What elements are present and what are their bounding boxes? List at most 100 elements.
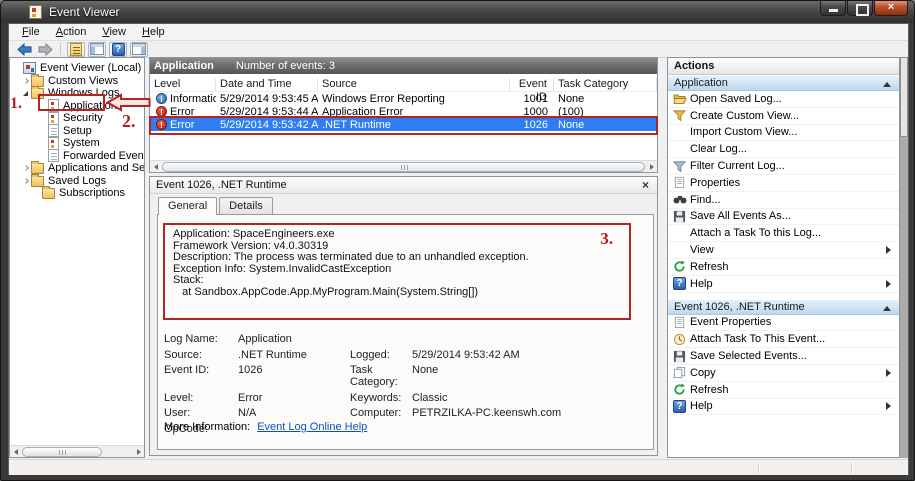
scrollbar-thumb[interactable]: [162, 162, 645, 172]
action-attach-task-to-event[interactable]: Attach Task To This Event...: [668, 331, 899, 348]
tree-item-saved-logs[interactable]: Saved Logs: [10, 175, 144, 188]
refresh-icon: [673, 383, 690, 396]
column-header-task-category[interactable]: Task Category: [554, 78, 657, 91]
tree-item-applications-and-services-logs[interactable]: Applications and Services Lo: [10, 162, 144, 175]
event-row-error-1000[interactable]: !Error 5/29/2014 9:53:44 AM Application …: [150, 105, 657, 118]
description-line: Exception Info: System.InvalidCastExcept…: [173, 264, 621, 276]
actions-vertical-scrollbar[interactable]: [900, 57, 908, 458]
scroll-left-icon[interactable]: [10, 447, 21, 457]
minimize-button[interactable]: [820, 1, 846, 16]
field-value: Application: [238, 333, 350, 345]
forward-icon[interactable]: [36, 42, 54, 57]
annotation-number-1: 1.: [10, 95, 22, 113]
window-title: Event Viewer: [49, 5, 119, 19]
submenu-arrow-icon: [886, 246, 891, 254]
action-copy-submenu[interactable]: Copy: [668, 365, 899, 382]
scrollbar-thumb[interactable]: [900, 57, 908, 137]
statusbar-separator: [851, 462, 852, 474]
field-label: Event ID:: [164, 364, 238, 388]
copy-icon: [673, 366, 690, 379]
action-help-event-submenu[interactable]: ? Help: [668, 399, 899, 416]
event-list-pane: Application Number of events: 3 Level Da…: [149, 57, 658, 173]
menu-help[interactable]: Help: [134, 25, 173, 39]
actions-section-event-1026[interactable]: Event 1026, .NET Runtime: [668, 299, 899, 315]
detail-tabs: General Details: [150, 194, 657, 214]
filter-icon: [673, 160, 690, 173]
field-value: Error: [238, 392, 350, 404]
folder-icon: [31, 163, 44, 174]
actions-title: Actions: [668, 58, 899, 75]
tab-general[interactable]: General: [158, 197, 217, 215]
statusbar-separator: [758, 462, 759, 474]
menu-file[interactable]: File: [14, 25, 48, 39]
action-refresh[interactable]: Refresh: [668, 259, 899, 276]
maximize-button[interactable]: [847, 1, 873, 16]
tree-item-system[interactable]: System: [10, 137, 144, 150]
scrollbar-thumb[interactable]: [22, 447, 102, 457]
field-label: Level:: [164, 392, 238, 404]
action-view-submenu[interactable]: View: [668, 242, 899, 259]
tree-horizontal-scrollbar[interactable]: [10, 445, 144, 457]
submenu-arrow-icon: [886, 280, 891, 288]
action-help-submenu[interactable]: ? Help: [668, 276, 899, 293]
tree-item-subscriptions[interactable]: Subscriptions: [10, 187, 144, 200]
general-tab-content: Application: SpaceEngineers.exe Framewor…: [157, 214, 654, 450]
collapse-section-icon[interactable]: [883, 82, 891, 87]
task-clock-icon: [673, 333, 690, 346]
expander-collapsed-icon[interactable]: [20, 79, 31, 83]
column-header-source[interactable]: Source: [318, 78, 510, 91]
refresh-icon: [673, 260, 690, 273]
action-save-all-events-as[interactable]: Save All Events As...: [668, 209, 899, 226]
action-clear-log[interactable]: Clear Log...: [668, 141, 899, 158]
app-icon: [29, 5, 42, 19]
action-save-selected-events[interactable]: Save Selected Events...: [668, 348, 899, 365]
column-header-event-id[interactable]: Event ID: [510, 78, 554, 91]
tree-item-custom-views[interactable]: Custom Views: [10, 75, 144, 88]
menu-view[interactable]: View: [94, 25, 134, 39]
event-description-annotation-box: Application: SpaceEngineers.exe Framewor…: [163, 223, 631, 320]
scroll-left-icon[interactable]: [150, 162, 161, 172]
column-header-level[interactable]: Level: [150, 78, 216, 91]
help-icon[interactable]: ?: [109, 42, 127, 57]
event-row-information-1001[interactable]: iInformation 5/29/2014 9:53:45 AM Window…: [150, 92, 657, 105]
export-list-icon[interactable]: [67, 42, 85, 57]
action-import-custom-view[interactable]: Import Custom View...: [668, 125, 899, 142]
action-properties[interactable]: Properties: [668, 175, 899, 192]
event-row-error-1026-selected[interactable]: !Error 5/29/2014 9:53:42 AM .NET Runtime…: [150, 118, 657, 131]
action-find[interactable]: Find...: [668, 192, 899, 209]
field-label: Source:: [164, 349, 238, 361]
expander-collapsed-icon[interactable]: [20, 179, 31, 183]
error-icon: !: [156, 119, 167, 130]
folder-icon: [31, 88, 44, 99]
action-refresh-event[interactable]: Refresh: [668, 382, 899, 399]
event-log-online-help-link[interactable]: Event Log Online Help: [257, 421, 367, 433]
action-create-custom-view[interactable]: Create Custom View...: [668, 108, 899, 125]
tree-item-forwarded-events[interactable]: Forwarded Events: [10, 150, 144, 163]
scroll-right-icon[interactable]: [646, 162, 657, 172]
column-header-date[interactable]: Date and Time: [216, 78, 318, 91]
action-event-properties[interactable]: Event Properties: [668, 315, 899, 332]
list-horizontal-scrollbar[interactable]: [150, 160, 657, 172]
action-filter-current-log[interactable]: Filter Current Log...: [668, 158, 899, 175]
tree-item-event-viewer-local[interactable]: Event Viewer (Local): [10, 62, 144, 75]
description-line: Application: SpaceEngineers.exe: [173, 229, 621, 241]
expander-collapsed-icon[interactable]: [20, 166, 31, 170]
title-bar[interactable]: Event Viewer ×: [1, 1, 915, 23]
create-filter-icon: [673, 109, 690, 122]
menu-action[interactable]: Action: [48, 25, 95, 39]
collapse-section-icon[interactable]: [883, 306, 891, 311]
save-icon: [673, 210, 690, 223]
close-button[interactable]: ×: [874, 1, 908, 16]
show-console-tree-icon[interactable]: [88, 42, 106, 57]
list-title: Application: [154, 60, 214, 72]
scroll-right-icon[interactable]: [133, 447, 144, 457]
back-icon[interactable]: [15, 42, 33, 57]
action-attach-task-to-log[interactable]: Attach a Task To this Log...: [668, 225, 899, 242]
actions-section-application[interactable]: Application: [668, 75, 899, 91]
show-action-pane-icon[interactable]: [130, 42, 148, 57]
tab-details[interactable]: Details: [219, 197, 273, 214]
close-detail-icon[interactable]: ×: [642, 179, 649, 191]
detail-title: Event 1026, .NET Runtime: [156, 179, 287, 191]
action-open-saved-log[interactable]: Open Saved Log...: [668, 91, 899, 108]
help-icon: ?: [673, 400, 690, 413]
